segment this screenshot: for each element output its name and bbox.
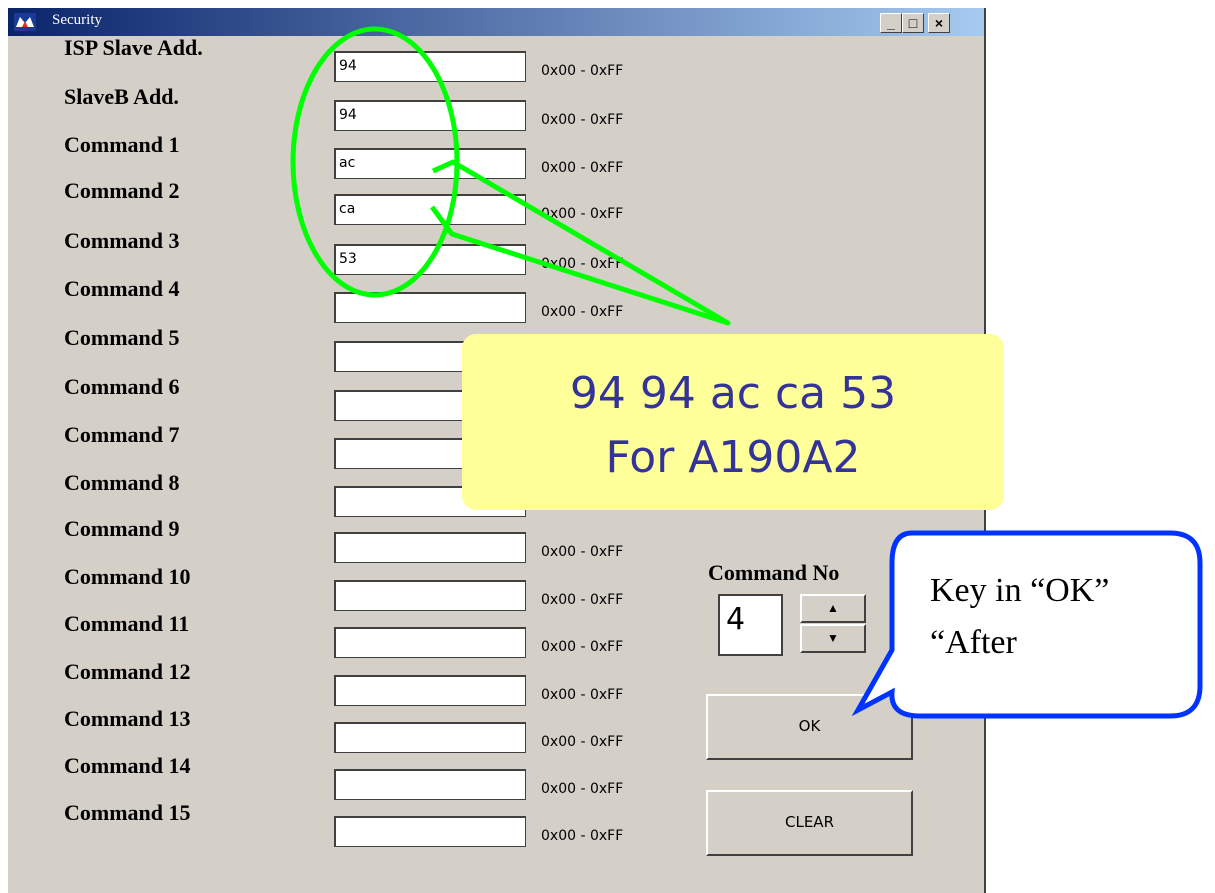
bubble-line-1: Key in “OK” (930, 572, 1110, 609)
info-callout: 94 94 ac ca 53 For A190A2 (462, 334, 1004, 510)
bubble-line-2: “After (930, 624, 1017, 661)
callout-line-2: For A190A2 (605, 432, 861, 483)
pointer-arrow (429, 159, 731, 326)
callout-line-1: 94 94 ac ca 53 (569, 368, 897, 419)
highlight-ellipse (290, 26, 460, 298)
speech-bubble-text: Key in “OK” “After (930, 565, 1109, 669)
